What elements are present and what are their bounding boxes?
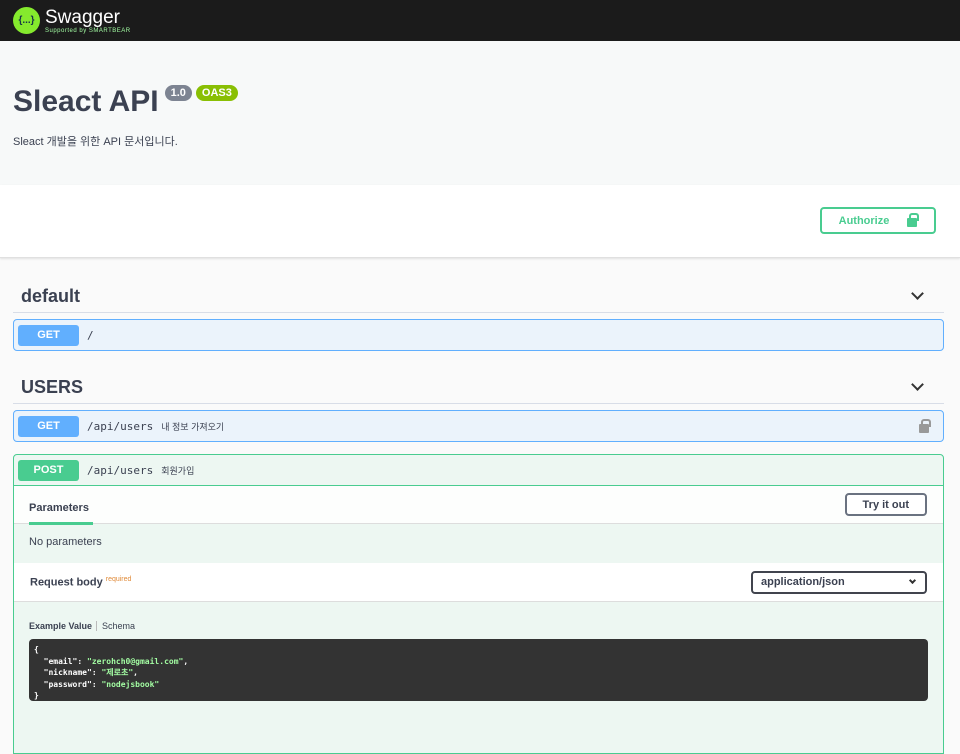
required-label: required: [105, 575, 132, 583]
api-description: Sleact 개발을 위한 API 문서입니다.: [13, 136, 178, 148]
content-type-select[interactable]: application/json: [751, 570, 927, 594]
topbar: {...} Swagger Supported by SMARTBEAR: [0, 0, 960, 41]
chevron-down-icon[interactable]: [911, 378, 924, 391]
method-badge: GET: [18, 324, 79, 346]
chevron-down-icon[interactable]: [911, 287, 924, 300]
operation-summary: 회원가입: [161, 465, 195, 476]
swagger-logo-icon[interactable]: {...}: [13, 7, 40, 34]
tag-title: USERS: [21, 376, 84, 397]
tag-default[interactable]: default: [13, 280, 944, 313]
operation-path: /: [87, 328, 94, 342]
oas-badge: OAS3: [195, 85, 238, 101]
example-code-block: { "email": "zerohch0@gmail.com", "nickna…: [29, 639, 928, 701]
operation-path: /api/users: [87, 463, 154, 477]
tag-title: default: [21, 285, 81, 306]
authorize-label: Authorize: [838, 214, 890, 227]
try-it-out-button[interactable]: Try it out: [844, 493, 927, 516]
operation-path: /api/users: [87, 419, 154, 433]
chevron-down-icon: [908, 576, 917, 585]
tag-users[interactable]: USERS: [13, 371, 944, 404]
authorize-button[interactable]: Authorize: [820, 207, 936, 234]
api-info: Sleact API 1.0 OAS3 Sleact 개발을 위한 API 문서…: [0, 41, 960, 185]
page-title: Sleact API: [13, 85, 159, 118]
tab-schema[interactable]: Schema: [96, 621, 135, 631]
brand-name: Swagger: [45, 6, 120, 28]
operation-header[interactable]: POST /api/users 회원가입: [14, 455, 943, 486]
lock-icon[interactable]: [919, 419, 931, 433]
brand-tagline: Supported by SMARTBEAR: [45, 27, 131, 34]
schemes-bar: Authorize: [0, 185, 960, 258]
operation-get-root[interactable]: GET /: [13, 319, 944, 351]
brand: Swagger Supported by SMARTBEAR: [45, 8, 131, 34]
tab-parameters[interactable]: Parameters: [29, 490, 93, 525]
lock-icon: [907, 213, 920, 227]
operation-summary: 내 정보 가져오기: [161, 421, 225, 432]
version-badge: 1.0: [164, 85, 192, 101]
method-badge: GET: [18, 415, 79, 437]
method-badge: POST: [18, 459, 79, 481]
operation-post-users: POST /api/users 회원가입 Parameters Try it o…: [13, 454, 944, 754]
tab-example-value[interactable]: Example Value: [29, 621, 92, 631]
content-type-value: application/json: [761, 576, 845, 588]
request-body-label: Request body: [30, 576, 103, 589]
operation-get-users[interactable]: GET /api/users 내 정보 가져오기: [13, 410, 944, 442]
no-parameters-text: No parameters: [29, 536, 102, 548]
